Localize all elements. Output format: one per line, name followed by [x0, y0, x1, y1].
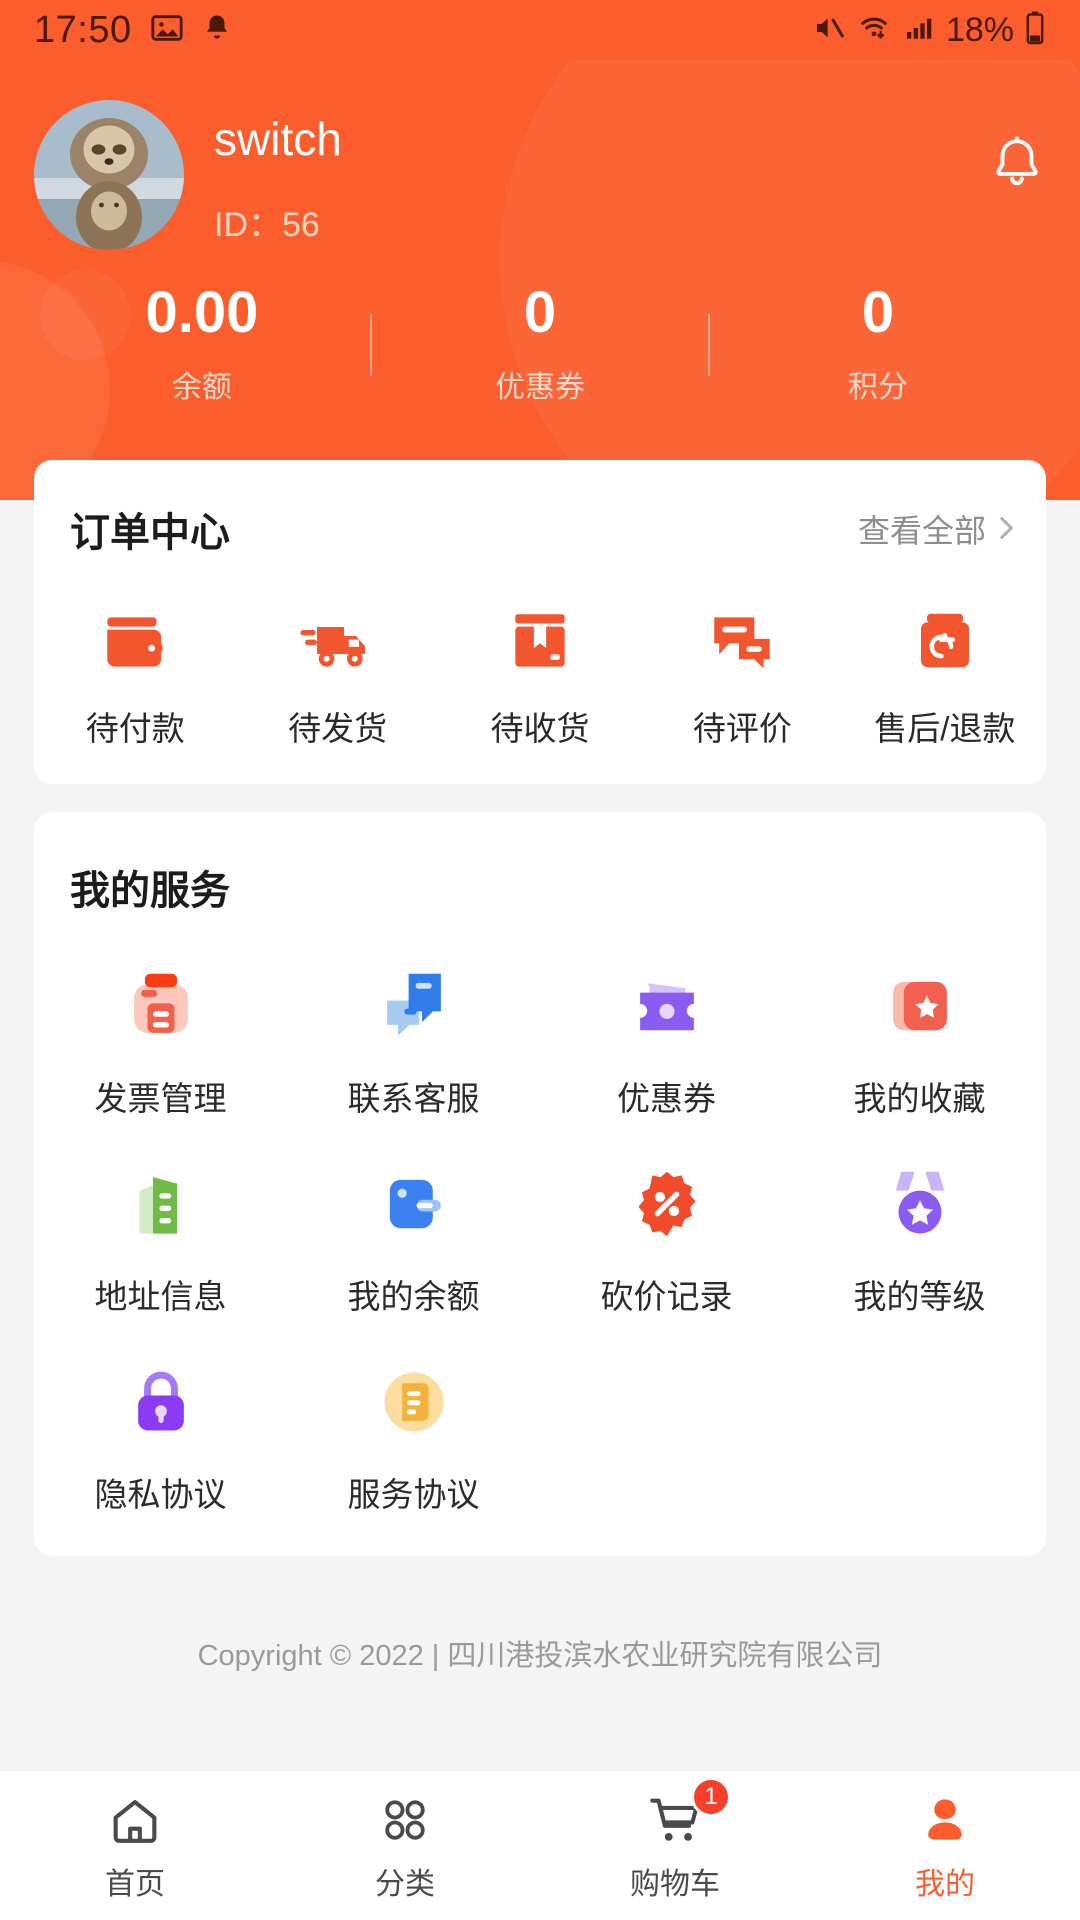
- status-time: 17:50: [34, 8, 132, 51]
- battery-icon: [1024, 10, 1046, 51]
- status-bar-right: 18%: [812, 10, 1046, 51]
- grid-icon: [270, 1789, 540, 1851]
- cart-icon: 1: [540, 1776, 810, 1851]
- stat-value: 0.00: [145, 280, 259, 345]
- cart-badge: 1: [691, 1776, 731, 1817]
- order-status-row: 待付款 待发货 待收货 待评价 售后/退款: [34, 602, 1046, 750]
- lock-icon: [34, 1352, 287, 1452]
- service-label: 服务协议: [347, 1476, 480, 1513]
- service-label: 地址信息: [94, 1278, 227, 1315]
- notification-bell-icon: [202, 11, 232, 50]
- tab-label: 购物车: [630, 1867, 720, 1901]
- service-item-customer-service[interactable]: 联系客服: [287, 956, 540, 1120]
- tab-label: 分类: [375, 1867, 435, 1901]
- truck-icon: [236, 602, 438, 682]
- customer-service-icon: [287, 956, 540, 1056]
- service-item-balance[interactable]: 我的余额: [287, 1154, 540, 1318]
- my-services-header: 我的服务: [34, 858, 1046, 916]
- wifi-icon: [856, 12, 892, 49]
- copyright-text: Copyright © 2022 | 四川港投滨水农业研究院有限公司: [197, 1640, 883, 1672]
- order-item-label: 待评价: [692, 710, 792, 747]
- order-center-card: 订单中心 查看全部 待付款 待发货 待收货 待评价 售后/退款: [34, 460, 1046, 784]
- order-item-pending-receipt[interactable]: 待收货: [439, 602, 641, 750]
- package-icon: [439, 602, 641, 682]
- services-grid: 发票管理 联系客服 优惠券 我的收藏 地址信息 我的余额 砍价记录 我的等级 隐…: [34, 956, 1046, 1516]
- tab-label: 我的: [915, 1867, 975, 1901]
- my-services-title: 我的服务: [70, 869, 230, 913]
- service-label: 我的余额: [347, 1278, 480, 1315]
- profile-header: switch ID：56 0.00 余额 0 优惠券 0 积分: [0, 60, 1080, 500]
- service-label: 我的等级: [853, 1278, 986, 1315]
- battery-percent: 18%: [945, 10, 1014, 49]
- user-id: ID：56: [214, 205, 320, 244]
- status-bar: 17:50 18%: [0, 0, 1080, 60]
- bottom-tab-bar: 首页 分类 1 购物车 我的: [0, 1770, 1080, 1920]
- tab-category[interactable]: 分类: [270, 1789, 540, 1903]
- balance-wallet-icon: [287, 1154, 540, 1254]
- discount-badge-icon: [540, 1154, 793, 1254]
- order-center-header: 订单中心 查看全部: [34, 500, 1046, 558]
- order-center-title: 订单中心: [70, 511, 230, 555]
- order-item-pending-shipment[interactable]: 待发货: [236, 602, 438, 750]
- tab-cart[interactable]: 1 购物车: [540, 1776, 810, 1903]
- tab-mine[interactable]: 我的: [810, 1789, 1080, 1903]
- notification-button[interactable]: [988, 134, 1046, 197]
- service-item-invoice[interactable]: 发票管理: [34, 956, 287, 1120]
- order-item-refund[interactable]: 售后/退款: [844, 602, 1046, 750]
- signal-icon: [902, 12, 936, 49]
- stat-value: 0: [523, 280, 557, 345]
- medal-icon: [793, 1154, 1046, 1254]
- home-icon: [0, 1789, 270, 1851]
- comment-icon: [641, 602, 843, 682]
- service-label: 我的收藏: [853, 1080, 986, 1117]
- profile-row: switch ID：56: [34, 60, 1046, 250]
- service-item-bargain[interactable]: 砍价记录: [540, 1154, 793, 1318]
- order-item-pending-payment[interactable]: 待付款: [34, 602, 236, 750]
- stat-points[interactable]: 0 积分: [710, 284, 1046, 406]
- stat-value: 0: [861, 280, 895, 345]
- image-icon: [150, 11, 184, 50]
- profile-info: switch ID：56: [214, 100, 342, 246]
- order-item-label: 待收货: [490, 710, 590, 747]
- view-all-label: 查看全部: [857, 513, 986, 549]
- avatar[interactable]: [34, 100, 184, 250]
- stats-row: 0.00 余额 0 优惠券 0 积分: [34, 284, 1046, 406]
- service-item-privacy[interactable]: 隐私协议: [34, 1352, 287, 1516]
- coupon-icon: [540, 956, 793, 1056]
- user-icon: [810, 1789, 1080, 1851]
- star-folder-icon: [793, 956, 1046, 1056]
- tab-label: 首页: [105, 1867, 165, 1901]
- service-item-agreement[interactable]: 服务协议: [287, 1352, 540, 1516]
- stat-coupon[interactable]: 0 优惠券: [372, 284, 708, 406]
- stat-label: 余额: [172, 371, 232, 404]
- my-services-card: 我的服务 发票管理 联系客服 优惠券 我的收藏 地址信息 我的余额 砍价记录 我…: [34, 812, 1046, 1556]
- tab-home[interactable]: 首页: [0, 1789, 270, 1903]
- service-label: 隐私协议: [94, 1476, 227, 1513]
- service-item-favorites[interactable]: 我的收藏: [793, 956, 1046, 1120]
- refund-icon: [844, 602, 1046, 682]
- invoice-icon: [34, 956, 287, 1056]
- stat-label: 优惠券: [495, 371, 585, 404]
- agreement-icon: [287, 1352, 540, 1452]
- service-label: 优惠券: [617, 1080, 716, 1117]
- order-item-label: 售后/退款: [874, 710, 1016, 747]
- service-label: 发票管理: [94, 1080, 227, 1117]
- order-item-pending-review[interactable]: 待评价: [641, 602, 843, 750]
- stat-balance[interactable]: 0.00 余额: [34, 284, 370, 406]
- stat-label: 积分: [848, 371, 908, 404]
- service-item-address[interactable]: 地址信息: [34, 1154, 287, 1318]
- service-item-level[interactable]: 我的等级: [793, 1154, 1046, 1318]
- order-item-label: 待付款: [85, 710, 185, 747]
- username: switch: [214, 113, 342, 165]
- wallet-icon: [34, 602, 236, 682]
- service-label: 联系客服: [347, 1080, 480, 1117]
- chevron-right-icon: [990, 516, 1014, 540]
- mute-icon: [812, 12, 846, 49]
- address-doc-icon: [34, 1154, 287, 1254]
- status-bar-left: 17:50: [34, 9, 232, 52]
- service-item-coupon[interactable]: 优惠券: [540, 956, 793, 1120]
- view-all-orders-link[interactable]: 查看全部: [857, 506, 1014, 552]
- service-label: 砍价记录: [600, 1278, 733, 1315]
- order-item-label: 待发货: [288, 710, 388, 747]
